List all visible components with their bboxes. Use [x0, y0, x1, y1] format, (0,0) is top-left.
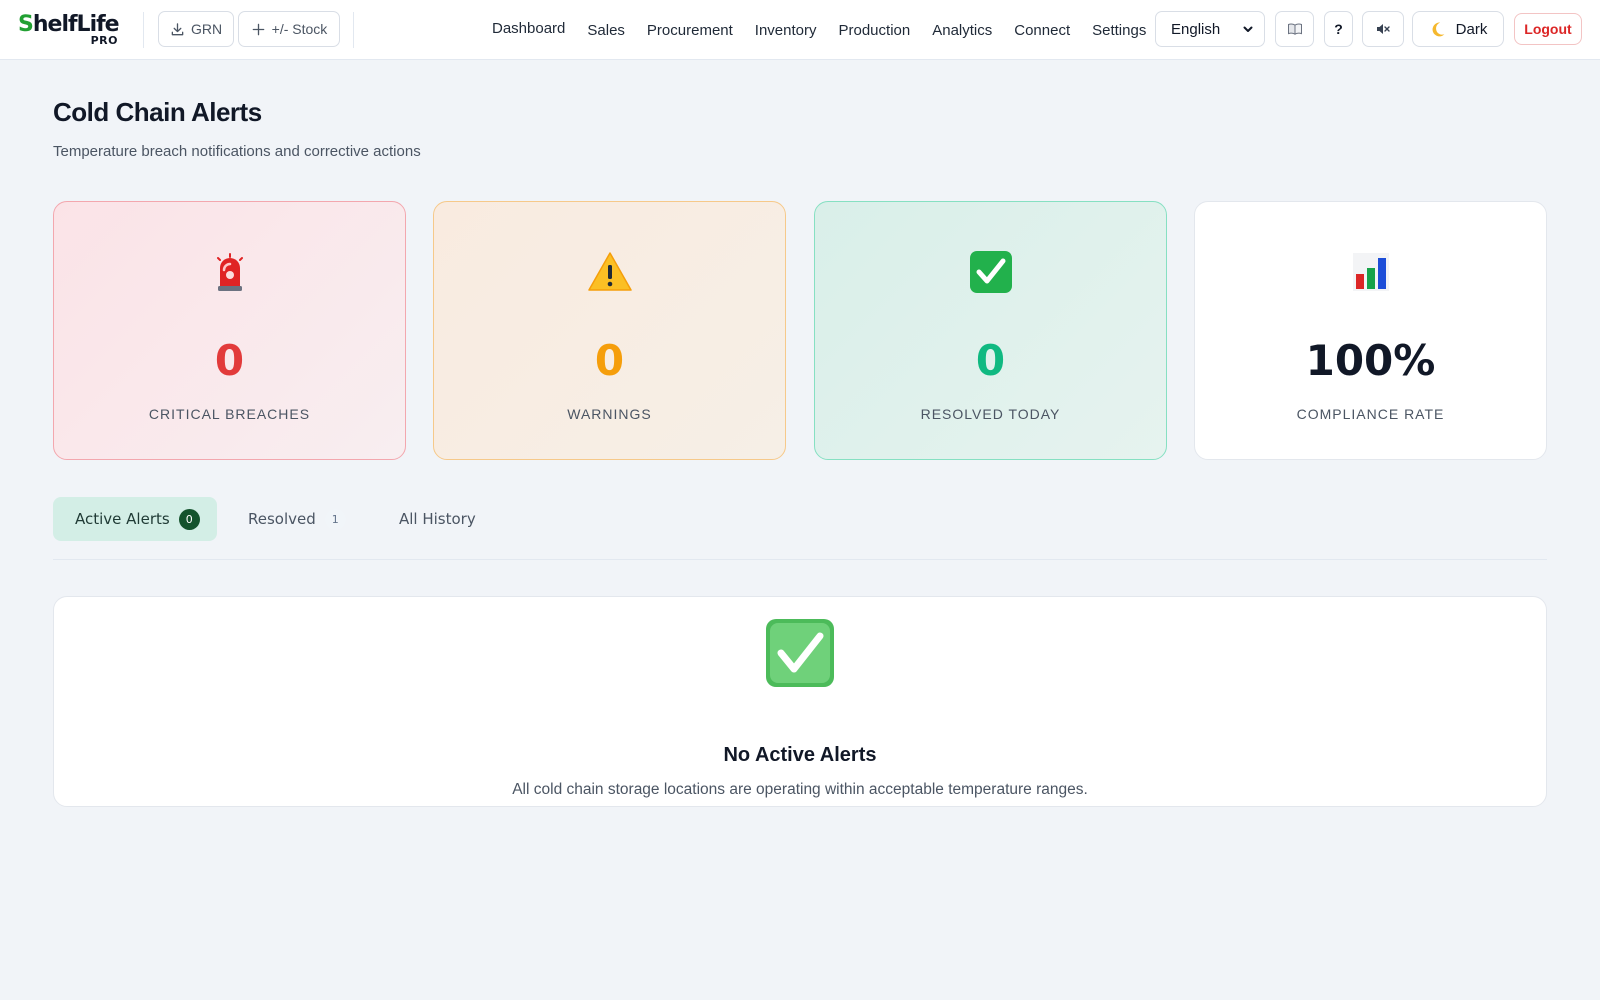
nav-item-sales[interactable]: Sales — [576, 22, 636, 39]
logo-tier: PRO — [90, 34, 118, 47]
grn-label: GRN — [190, 21, 223, 37]
active-alerts-count-badge: 0 — [178, 508, 200, 530]
check-icon — [764, 617, 836, 689]
page-title: Cold Chain Alerts — [53, 97, 262, 127]
mute-button[interactable] — [1362, 11, 1404, 47]
help-label: ? — [1334, 21, 1343, 37]
help-button[interactable]: ? — [1324, 11, 1353, 47]
empty-state-message: All cold chain storage locations are ope… — [512, 781, 1088, 798]
theme-toggle-label: Dark — [1455, 20, 1488, 38]
muted-speaker-icon — [1377, 24, 1390, 34]
stock-adjust-label: +/- Stock — [271, 21, 328, 37]
tab-all-history-label: All History — [399, 510, 476, 528]
nav-item-inventory[interactable]: Inventory — [744, 22, 828, 39]
active-alerts-panel: No Active Alerts All cold chain storage … — [53, 596, 1547, 807]
critical-breaches-value: 0 — [214, 336, 245, 385]
resolved-count-badge: 1 — [324, 508, 346, 530]
download-icon — [171, 22, 184, 35]
grn-button[interactable]: GRN — [158, 11, 234, 47]
logo-initial: S — [18, 12, 34, 37]
check-icon — [967, 248, 1015, 296]
logout-button[interactable]: Logout — [1514, 13, 1582, 45]
tab-all-history[interactable]: All History — [399, 497, 476, 541]
critical-breaches-card: 0 CRITICAL BREACHES — [53, 201, 406, 460]
top-navigation-bar: ShelfLife PRO GRN +/- Stock Dashboard Sa… — [0, 0, 1600, 60]
page-subtitle: Temperature breach notifications and cor… — [53, 143, 421, 160]
resolved-today-value: 0 — [975, 336, 1006, 385]
main-nav: Dashboard Sales Procurement Inventory Pr… — [482, 0, 1157, 60]
resolved-today-card: 0 RESOLVED TODAY — [814, 201, 1167, 460]
warnings-card: 0 WARNINGS — [433, 201, 786, 460]
language-selected-value: English — [1171, 20, 1221, 38]
tabs-divider — [53, 559, 1547, 560]
compliance-rate-card: 100% COMPLIANCE RATE — [1194, 201, 1547, 460]
tab-resolved-label: Resolved — [248, 510, 316, 528]
chevron-down-icon — [1243, 26, 1253, 32]
siren-icon — [206, 248, 254, 296]
plus-icon — [252, 23, 264, 35]
logout-label: Logout — [1524, 21, 1572, 37]
tab-resolved[interactable]: Resolved 1 — [248, 497, 346, 541]
guide-button[interactable] — [1275, 11, 1314, 47]
stock-adjust-button[interactable]: +/- Stock — [238, 11, 340, 47]
nav-item-production[interactable]: Production — [828, 22, 922, 39]
warnings-label: WARNINGS — [567, 406, 652, 422]
compliance-rate-label: COMPLIANCE RATE — [1296, 406, 1445, 422]
nav-item-connect[interactable]: Connect — [1003, 22, 1081, 39]
resolved-today-label: RESOLVED TODAY — [920, 406, 1061, 422]
empty-state-title: No Active Alerts — [723, 744, 877, 766]
nav-item-analytics[interactable]: Analytics — [921, 22, 1003, 39]
toolbar-divider — [353, 12, 354, 48]
tab-active-alerts[interactable]: Active Alerts 0 — [53, 497, 217, 541]
toolbar-divider — [143, 12, 144, 48]
critical-breaches-label: CRITICAL BREACHES — [148, 406, 311, 422]
tab-active-alerts-label: Active Alerts — [75, 510, 170, 528]
compliance-rate-value: 100% — [1305, 336, 1436, 385]
warning-icon — [586, 248, 634, 296]
book-icon — [1287, 23, 1302, 35]
theme-toggle-button[interactable]: Dark — [1412, 11, 1504, 47]
bar-chart-icon — [1347, 248, 1395, 296]
crescent-moon-icon — [1432, 22, 1445, 36]
language-select[interactable]: English — [1155, 11, 1265, 47]
nav-item-settings[interactable]: Settings — [1081, 22, 1157, 39]
shelflife-pro-logo[interactable]: ShelfLife PRO — [18, 12, 120, 48]
nav-item-dashboard[interactable]: Dashboard — [482, 20, 576, 37]
warnings-value: 0 — [594, 336, 625, 385]
nav-item-procurement[interactable]: Procurement — [636, 22, 744, 39]
